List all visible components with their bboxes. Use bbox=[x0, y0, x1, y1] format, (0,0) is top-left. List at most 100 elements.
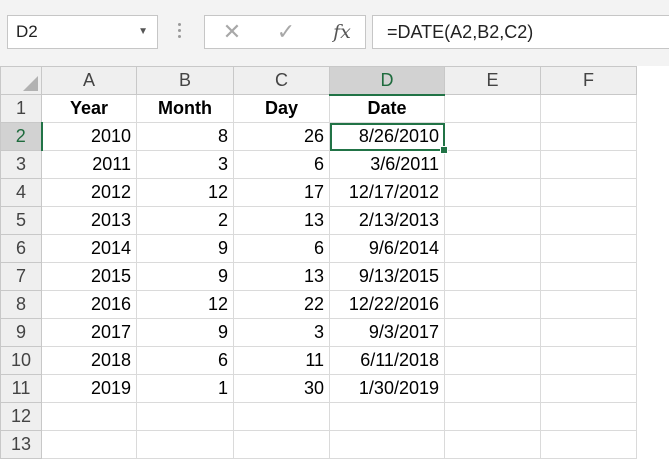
row-header[interactable]: 10 bbox=[0, 346, 42, 375]
cell-a7[interactable]: 2015 bbox=[41, 262, 137, 291]
cell-b5[interactable]: 2 bbox=[136, 206, 234, 235]
row-header[interactable]: 5 bbox=[0, 206, 42, 235]
cell-b9[interactable]: 9 bbox=[136, 318, 234, 347]
insert-function-button[interactable]: fx bbox=[325, 16, 359, 48]
cell-f12[interactable] bbox=[540, 402, 637, 431]
cell-e1[interactable] bbox=[444, 94, 541, 123]
cell-b11[interactable]: 1 bbox=[136, 374, 234, 403]
chevron-down-icon[interactable]: ▼ bbox=[138, 16, 148, 48]
cell-e9[interactable] bbox=[444, 318, 541, 347]
fill-handle[interactable] bbox=[440, 146, 448, 154]
cell-e6[interactable] bbox=[444, 234, 541, 263]
cell-a2[interactable]: 2010 bbox=[41, 122, 137, 151]
cell-e7[interactable] bbox=[444, 262, 541, 291]
cell-c3[interactable]: 6 bbox=[233, 150, 330, 179]
cell-d10[interactable]: 6/11/2018 bbox=[329, 346, 445, 375]
cell-e13[interactable] bbox=[444, 430, 541, 459]
row-header[interactable]: 8 bbox=[0, 290, 42, 319]
cell-a4[interactable]: 2012 bbox=[41, 178, 137, 207]
cell-d12[interactable] bbox=[329, 402, 445, 431]
cell-f4[interactable] bbox=[540, 178, 637, 207]
cell-a11[interactable]: 2019 bbox=[41, 374, 137, 403]
cell-e8[interactable] bbox=[444, 290, 541, 319]
cell-c5[interactable]: 13 bbox=[233, 206, 330, 235]
row-header[interactable]: 2 bbox=[0, 122, 43, 151]
cell-b12[interactable] bbox=[136, 402, 234, 431]
column-header-d[interactable]: D bbox=[329, 66, 445, 96]
cell-b3[interactable]: 3 bbox=[136, 150, 234, 179]
row-header[interactable]: 11 bbox=[0, 374, 42, 403]
cell-a12[interactable] bbox=[41, 402, 137, 431]
cell-c9[interactable]: 3 bbox=[233, 318, 330, 347]
cell-e2[interactable] bbox=[444, 122, 541, 151]
cell-e4[interactable] bbox=[444, 178, 541, 207]
cell-b10[interactable]: 6 bbox=[136, 346, 234, 375]
cell-d4[interactable]: 12/17/2012 bbox=[329, 178, 445, 207]
name-box[interactable]: D2 ▼ bbox=[7, 15, 158, 49]
checkmark-icon[interactable]: ✓ bbox=[271, 16, 301, 48]
cell-b4[interactable]: 12 bbox=[136, 178, 234, 207]
cell-a8[interactable]: 2016 bbox=[41, 290, 137, 319]
column-header-b[interactable]: B bbox=[136, 66, 234, 95]
column-header-e[interactable]: E bbox=[444, 66, 541, 95]
cell-d3[interactable]: 3/6/2011 bbox=[329, 150, 445, 179]
cell-e10[interactable] bbox=[444, 346, 541, 375]
cell-f11[interactable] bbox=[540, 374, 637, 403]
cell-c1[interactable]: Day bbox=[233, 94, 330, 123]
cell-c4[interactable]: 17 bbox=[233, 178, 330, 207]
row-header[interactable]: 7 bbox=[0, 262, 42, 291]
row-header[interactable]: 3 bbox=[0, 150, 42, 179]
grip-handle-icon[interactable] bbox=[176, 20, 182, 44]
cell-a6[interactable]: 2014 bbox=[41, 234, 137, 263]
cell-a9[interactable]: 2017 bbox=[41, 318, 137, 347]
cell-d6[interactable]: 9/6/2014 bbox=[329, 234, 445, 263]
row-header[interactable]: 6 bbox=[0, 234, 42, 263]
cell-b7[interactable]: 9 bbox=[136, 262, 234, 291]
cell-d13[interactable] bbox=[329, 430, 445, 459]
cell-d5[interactable]: 2/13/2013 bbox=[329, 206, 445, 235]
row-header[interactable]: 1 bbox=[0, 94, 42, 123]
cell-b13[interactable] bbox=[136, 430, 234, 459]
cell-f7[interactable] bbox=[540, 262, 637, 291]
cell-f3[interactable] bbox=[540, 150, 637, 179]
cell-b8[interactable]: 12 bbox=[136, 290, 234, 319]
cell-a5[interactable]: 2013 bbox=[41, 206, 137, 235]
cell-c13[interactable] bbox=[233, 430, 330, 459]
column-header-c[interactable]: C bbox=[233, 66, 330, 95]
close-icon[interactable]: ✕ bbox=[217, 16, 247, 48]
cell-c11[interactable]: 30 bbox=[233, 374, 330, 403]
cell-d7[interactable]: 9/13/2015 bbox=[329, 262, 445, 291]
cell-b2[interactable]: 8 bbox=[136, 122, 234, 151]
cell-c7[interactable]: 13 bbox=[233, 262, 330, 291]
cell-a3[interactable]: 2011 bbox=[41, 150, 137, 179]
cell-d9[interactable]: 9/3/2017 bbox=[329, 318, 445, 347]
cell-d2[interactable]: 8/26/2010 bbox=[329, 122, 448, 154]
row-header[interactable]: 13 bbox=[0, 430, 42, 459]
select-all-corner[interactable] bbox=[0, 66, 42, 95]
cell-d8[interactable]: 12/22/2016 bbox=[329, 290, 445, 319]
cell-e5[interactable] bbox=[444, 206, 541, 235]
row-header[interactable]: 4 bbox=[0, 178, 42, 207]
cell-c8[interactable]: 22 bbox=[233, 290, 330, 319]
cell-a13[interactable] bbox=[41, 430, 137, 459]
cell-b6[interactable]: 9 bbox=[136, 234, 234, 263]
row-header[interactable]: 12 bbox=[0, 402, 42, 431]
cell-f5[interactable] bbox=[540, 206, 637, 235]
cell-f13[interactable] bbox=[540, 430, 637, 459]
cell-c2[interactable]: 26 bbox=[233, 122, 330, 151]
cell-f8[interactable] bbox=[540, 290, 637, 319]
cell-f9[interactable] bbox=[540, 318, 637, 347]
cell-c6[interactable]: 6 bbox=[233, 234, 330, 263]
cell-f6[interactable] bbox=[540, 234, 637, 263]
cell-d1[interactable]: Date bbox=[329, 94, 445, 123]
cell-e3[interactable] bbox=[444, 150, 541, 179]
cell-e11[interactable] bbox=[444, 374, 541, 403]
cell-b1[interactable]: Month bbox=[136, 94, 234, 123]
column-header-f[interactable]: F bbox=[540, 66, 637, 95]
cell-f2[interactable] bbox=[540, 122, 637, 151]
cell-c10[interactable]: 11 bbox=[233, 346, 330, 375]
row-header[interactable]: 9 bbox=[0, 318, 42, 347]
cell-f1[interactable] bbox=[540, 94, 637, 123]
cell-c12[interactable] bbox=[233, 402, 330, 431]
cell-a1[interactable]: Year bbox=[41, 94, 137, 123]
